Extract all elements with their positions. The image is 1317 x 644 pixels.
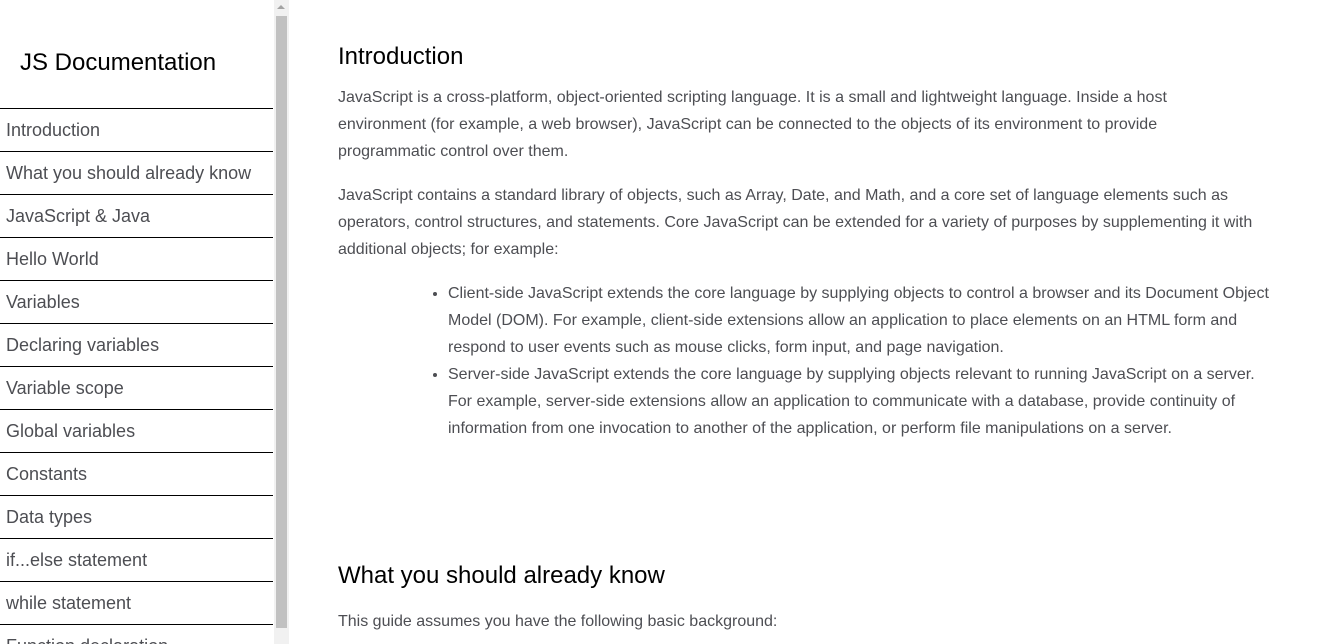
list-item: Server-side JavaScript extends the core … bbox=[448, 361, 1270, 442]
section-paragraph: JavaScript contains a standard library o… bbox=[338, 187, 1253, 258]
nav-item: Variables bbox=[0, 280, 273, 323]
bullet-list: Client-side JavaScript extends the core … bbox=[338, 280, 1270, 442]
scrollbar-thumb[interactable] bbox=[276, 16, 287, 628]
nav-link-constants[interactable]: Constants bbox=[0, 452, 273, 495]
section-header: What you should already know bbox=[338, 562, 665, 589]
main-section-introduction: Introduction JavaScript is a cross-platf… bbox=[338, 41, 1288, 442]
nav-link-variables[interactable]: Variables bbox=[0, 280, 273, 323]
nav-item: if...else statement bbox=[0, 538, 273, 581]
nav-link-hello-world[interactable]: Hello World bbox=[0, 237, 273, 280]
nav-item: Constants bbox=[0, 452, 273, 495]
nav-link-what-you-should-already-know[interactable]: What you should already know bbox=[0, 151, 273, 194]
nav-link-data-types[interactable]: Data types bbox=[0, 495, 273, 538]
main-doc: Introduction JavaScript is a cross-platf… bbox=[338, 0, 1288, 644]
scroll-up-arrow-icon[interactable] bbox=[274, 0, 289, 14]
list-item: Client-side JavaScript extends the core … bbox=[448, 280, 1270, 361]
nav-item: Variable scope bbox=[0, 366, 273, 409]
nav-link-if-else-statement[interactable]: if...else statement bbox=[0, 538, 273, 581]
navbar: JS Documentation Introduction What you s… bbox=[0, 0, 274, 644]
nav-item: What you should already know bbox=[0, 151, 273, 194]
nav-item: Function declaration bbox=[0, 624, 273, 644]
navbar-scrollbar[interactable] bbox=[274, 0, 289, 644]
nav-link-javascript-and-java[interactable]: JavaScript & Java bbox=[0, 194, 273, 237]
nav-item: Hello World bbox=[0, 237, 273, 280]
nav-link-function-declaration[interactable]: Function declaration bbox=[0, 624, 273, 644]
main-section-what-you-should-already-know: What you should already know This guide … bbox=[338, 560, 1288, 635]
nav-item: Data types bbox=[0, 495, 273, 538]
nav-link-list: Introduction What you should already kno… bbox=[0, 108, 273, 644]
nav-item: JavaScript & Java bbox=[0, 194, 273, 237]
nav-link-introduction[interactable]: Introduction bbox=[0, 108, 273, 151]
nav-link-variable-scope[interactable]: Variable scope bbox=[0, 366, 273, 409]
section-paragraph: JavaScript is a cross-platform, object-o… bbox=[338, 89, 1167, 160]
nav-link-declaring-variables[interactable]: Declaring variables bbox=[0, 323, 273, 366]
nav-item: Global variables bbox=[0, 409, 273, 452]
section-paragraph: This guide assumes you have the followin… bbox=[338, 613, 778, 630]
nav-link-while-statement[interactable]: while statement bbox=[0, 581, 273, 624]
nav-item: Introduction bbox=[0, 108, 273, 151]
nav-link-global-variables[interactable]: Global variables bbox=[0, 409, 273, 452]
nav-item: Declaring variables bbox=[0, 323, 273, 366]
section-header: Introduction bbox=[338, 43, 464, 70]
navbar-title: JS Documentation bbox=[20, 49, 217, 76]
nav-item: while statement bbox=[0, 581, 273, 624]
